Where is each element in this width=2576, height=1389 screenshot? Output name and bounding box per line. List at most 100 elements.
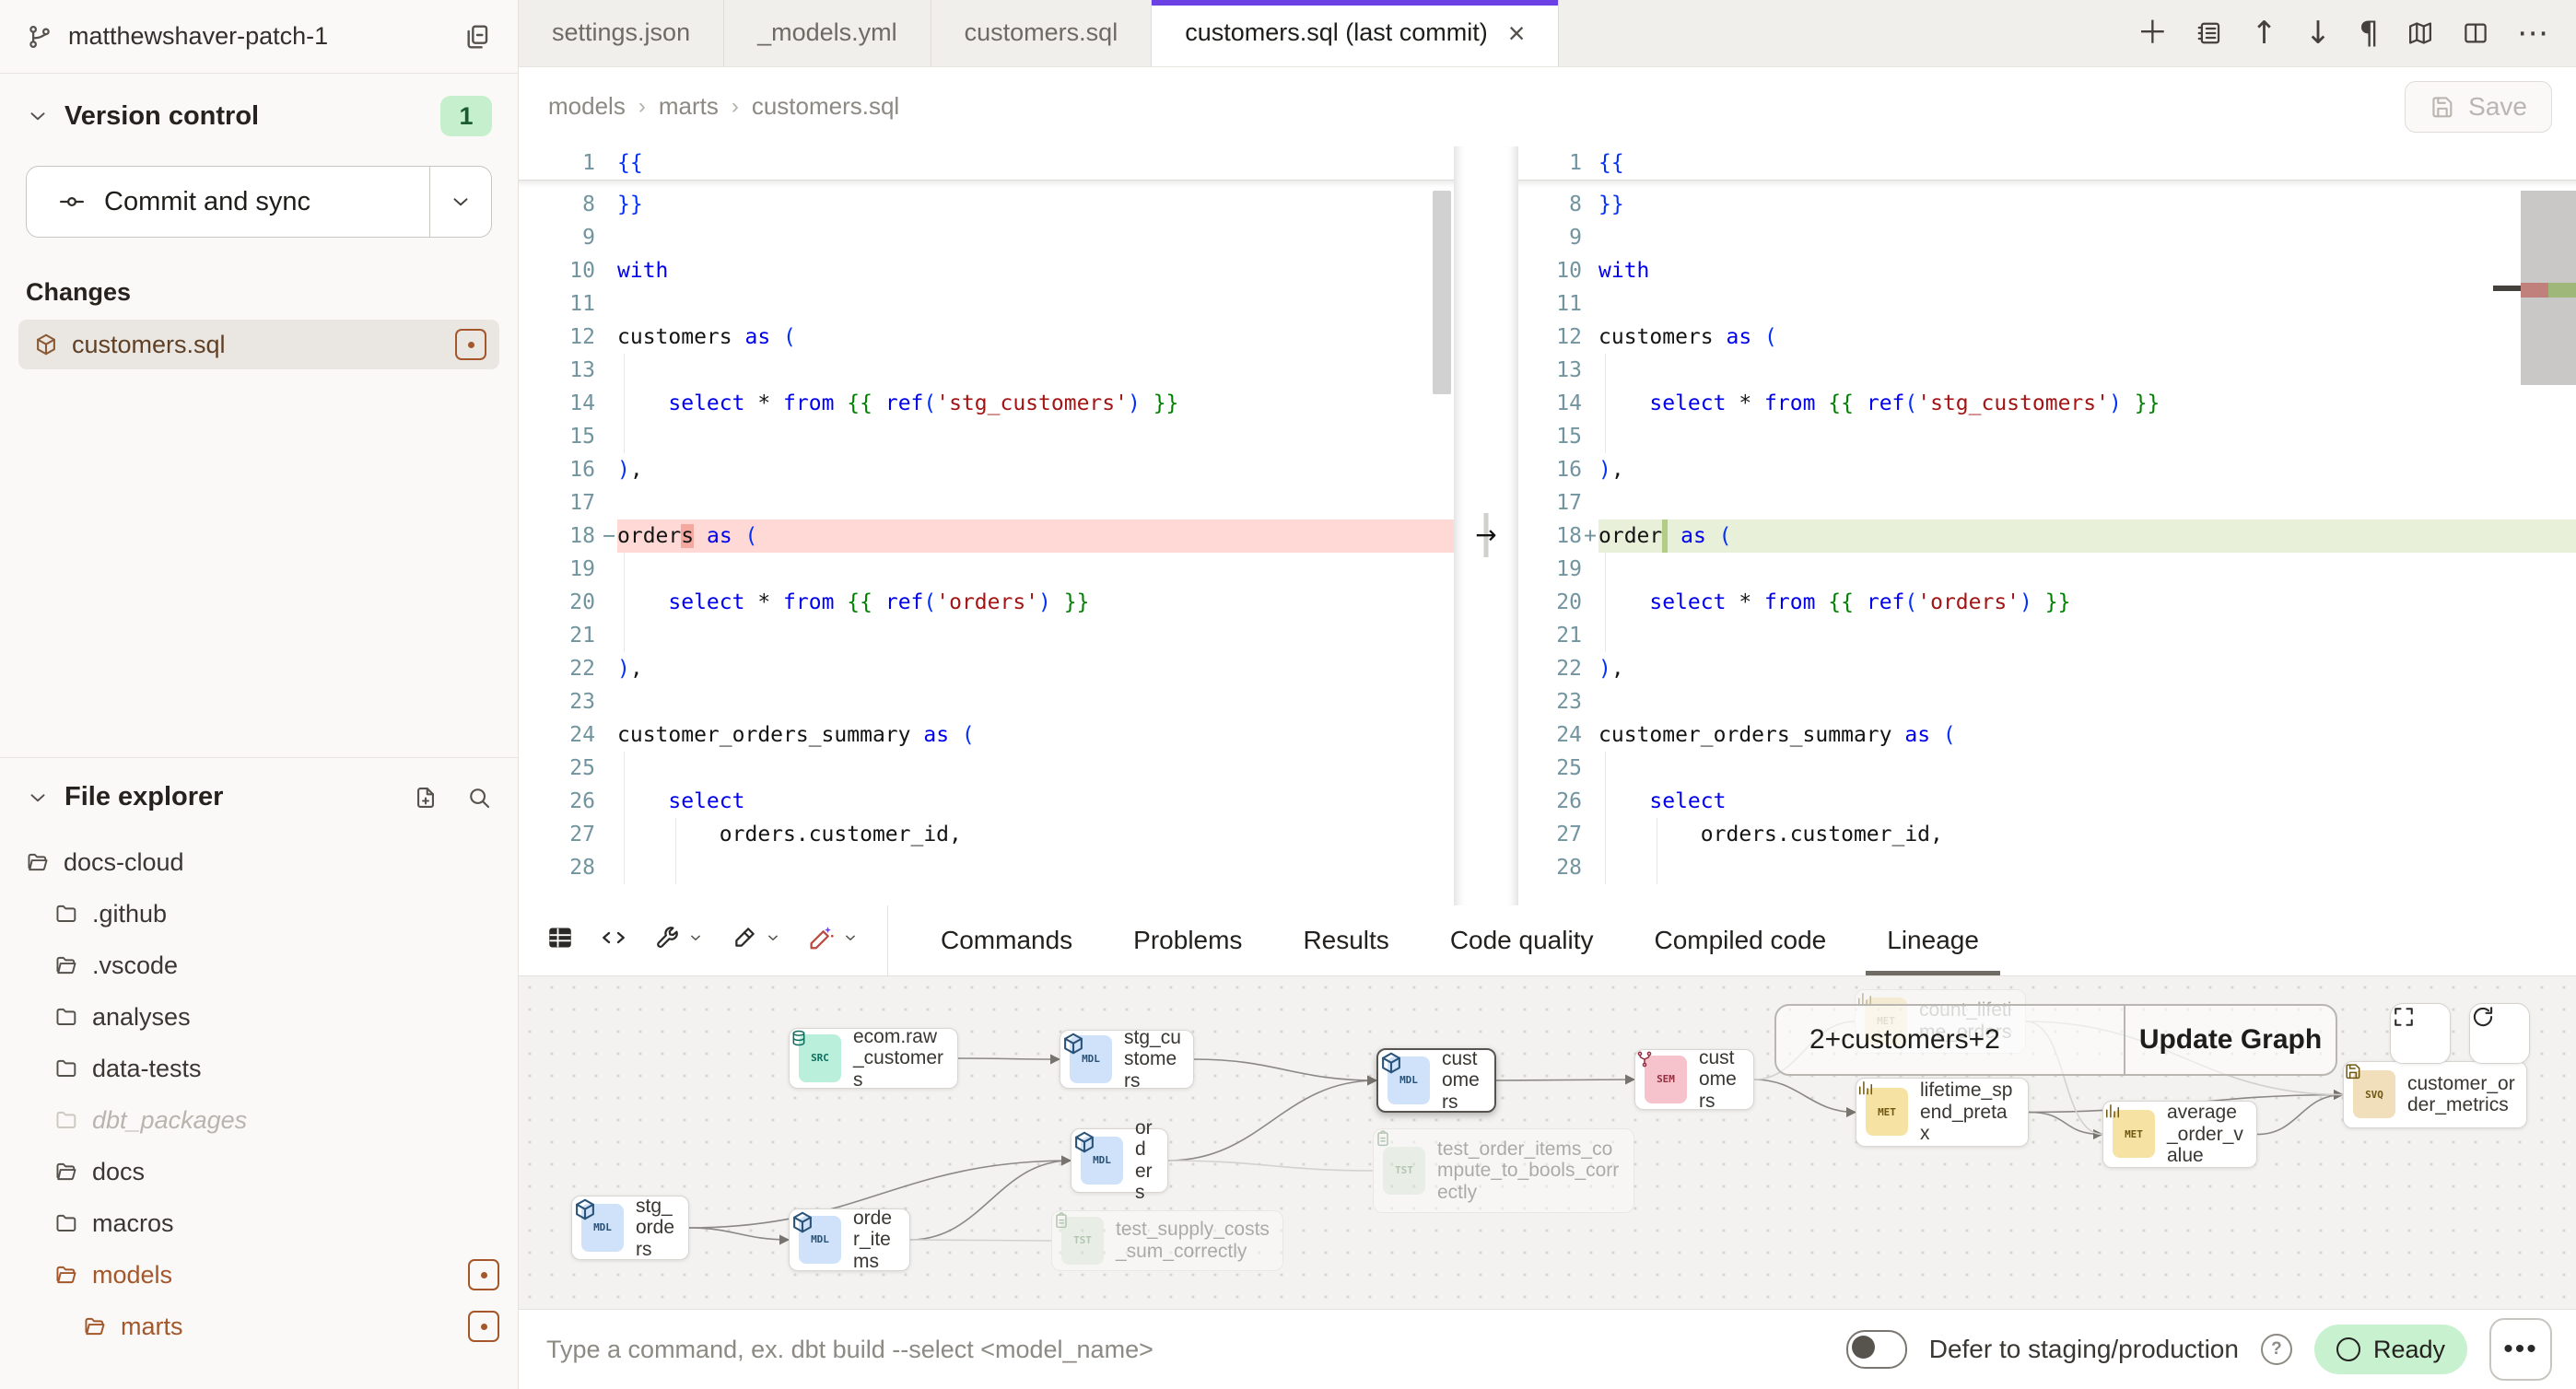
arrow-down-icon[interactable]: ↓	[2305, 18, 2332, 49]
lineage-node-customers-sem-customers[interactable]: SEMcustomers	[1634, 1049, 1754, 1110]
line-number: 17	[1518, 486, 1598, 519]
search-icon[interactable]	[466, 785, 492, 811]
lineage-node-orders-orders[interactable]: MDLorders	[1071, 1128, 1168, 1193]
command-input[interactable]	[544, 1335, 1824, 1365]
breadcrumb-part[interactable]: marts	[659, 92, 719, 121]
lineage-edge-order_items-test_supply	[910, 1240, 1051, 1241]
sidebar-item-macros[interactable]: macros	[0, 1197, 518, 1249]
panel-tab-results[interactable]: Results	[1272, 905, 1419, 975]
code-line: 21	[519, 619, 1454, 652]
lineage-node-avg-average-order-value[interactable]: METaverage_order_value	[2102, 1101, 2257, 1168]
lineage-node-test-supply-test-supply-costs-sum-correctly[interactable]: TSTtest_supply_costs_sum_correctly	[1051, 1210, 1283, 1271]
sidebar-item-vscode[interactable]: .vscode	[0, 940, 518, 991]
commit-and-sync-button[interactable]: Commit and sync	[26, 166, 492, 238]
bottom-panel-header: CommandsProblemsResultsCode qualityCompi…	[519, 905, 2576, 976]
sidebar-item-docs-cloud[interactable]: docs-cloud	[0, 836, 518, 888]
line-number: 12	[1518, 321, 1598, 354]
tab-settings-json[interactable]: settings.json	[519, 0, 724, 66]
line-number: 10	[519, 254, 617, 287]
format-icon[interactable]	[731, 924, 782, 956]
lineage-node-ecom-ecom-raw-customers[interactable]: SRCecom.raw_customers	[789, 1028, 958, 1089]
line-number: 15	[1518, 420, 1598, 453]
lineage-canvas[interactable]: SRCecom.raw_customersMDLstg_customersMDL…	[519, 976, 2576, 1309]
breadcrumb-part[interactable]: models	[548, 92, 626, 121]
chevron-down-icon[interactable]	[26, 104, 50, 128]
chevron-down-icon[interactable]	[764, 928, 782, 951]
code-line: 26 select	[519, 785, 1454, 818]
mdl-badge: MDL	[1070, 1035, 1112, 1083]
plus-icon[interactable]: ＋	[2137, 18, 2168, 49]
defer-toggle[interactable]	[1846, 1330, 1907, 1369]
commit-options-dropdown[interactable]	[430, 167, 491, 237]
new-file-icon[interactable]	[413, 785, 439, 811]
pilcrow-icon[interactable]: ¶	[2359, 18, 2379, 49]
arrow-up-icon[interactable]: ↑	[2251, 18, 2277, 49]
tab-customers-sql[interactable]: customers.sql	[931, 0, 1153, 66]
lineage-node-stg-orders-stg-orders[interactable]: MDLstg_orders	[571, 1196, 689, 1260]
line-number: 8	[1518, 188, 1598, 221]
diff-sign: −	[603, 519, 615, 553]
sidebar-item-analyses[interactable]: analyses	[0, 991, 518, 1043]
panel-tab-commands[interactable]: Commands	[910, 905, 1103, 975]
lineage-selector-input[interactable]: 2+customers+2	[1776, 1006, 2124, 1074]
chevron-down-icon[interactable]	[26, 786, 50, 810]
chevron-down-icon[interactable]	[841, 928, 860, 951]
chevron-down-icon[interactable]	[686, 928, 705, 951]
sidebar-item-marts[interactable]: marts	[0, 1301, 518, 1352]
refresh-graph-button[interactable]	[2469, 1003, 2530, 1064]
panel-tab-problems[interactable]: Problems	[1103, 905, 1272, 975]
revert-change-arrow-button[interactable]: →	[1466, 519, 1506, 552]
panel-tab-code-quality[interactable]: Code quality	[1420, 905, 1624, 975]
code-text	[617, 619, 1454, 652]
split-icon[interactable]	[2462, 19, 2489, 47]
diff-overview-ruler[interactable]	[2521, 146, 2576, 905]
sidebar-item-models[interactable]: models	[0, 1249, 518, 1301]
panel-tab-lineage[interactable]: Lineage	[1856, 905, 2009, 975]
code-line: 26 select	[1518, 785, 2576, 818]
node-label: customers	[1699, 1047, 1742, 1113]
update-graph-button[interactable]: Update Graph	[2124, 1006, 2336, 1074]
breadcrumb-part[interactable]: customers.sql	[752, 92, 899, 121]
diff-pane-original[interactable]: 1{{8}}910with1112customers as (1314 sele…	[519, 146, 1454, 905]
code-text: ),	[617, 453, 1454, 486]
diff-pane-modified[interactable]: 1{{8}}910with1112customers as (1314 sele…	[1518, 146, 2576, 905]
version-control-section: Version control 1 Commit and sync Change…	[0, 74, 518, 369]
sidebar-item-data-tests[interactable]: data-tests	[0, 1043, 518, 1094]
help-icon[interactable]: ?	[2261, 1334, 2292, 1365]
lineage-node-lifetime-lifetime-spend-pretax[interactable]: METlifetime_spend_pretax	[1856, 1078, 2029, 1147]
sidebar-item-docs[interactable]: docs	[0, 1146, 518, 1197]
mdl-badge: MDL	[581, 1204, 624, 1252]
save-button[interactable]: Save	[2405, 81, 2552, 133]
line-number: 20	[1518, 586, 1598, 619]
scrollbar-thumb[interactable]	[1433, 191, 1451, 394]
table-icon[interactable]	[546, 924, 574, 956]
outline-icon[interactable]	[2195, 19, 2223, 47]
more-options-button[interactable]: •••	[2489, 1318, 2552, 1381]
changed-file-customers-sql[interactable]: customers.sql	[18, 320, 499, 369]
tab-customers-sql-last-commit[interactable]: customers.sql (last commit)×	[1152, 0, 1559, 66]
tab-models-yml[interactable]: _models.yml	[724, 0, 931, 66]
lineage-node-customers-mdl-customers[interactable]: MDLcustomers	[1376, 1048, 1496, 1113]
panel-tab-compiled-code[interactable]: Compiled code	[1623, 905, 1856, 975]
code-icon[interactable]	[600, 924, 627, 956]
wrench-icon[interactable]	[653, 924, 705, 956]
status-label: Ready	[2373, 1336, 2445, 1364]
lineage-node-test-oi-test-order-items-compute-to-bools-correctly[interactable]: TSTtest_order_items_compute_to_bools_cor…	[1373, 1128, 1634, 1213]
node-label: test_order_items_compute_to_bools_correc…	[1437, 1138, 1622, 1204]
magic-icon[interactable]	[808, 924, 860, 956]
copy-files-icon[interactable]	[463, 22, 492, 52]
sidebar-item-dbt-packages[interactable]: dbt_packages	[0, 1094, 518, 1146]
lineage-node-stg-customers-stg-customers[interactable]: MDLstg_customers	[1060, 1030, 1194, 1089]
file-name: .vscode	[92, 951, 499, 980]
lineage-node-order-items-order-items[interactable]: MDLorder_items	[789, 1208, 910, 1271]
lineage-node-metrics-customer-order-metrics[interactable]: SVQcustomer_order_metrics	[2343, 1061, 2527, 1128]
sidebar-item-github[interactable]: .github	[0, 888, 518, 940]
diff-fold-handle[interactable]	[2493, 286, 2521, 291]
more-icon[interactable]: ⋯	[2517, 18, 2548, 49]
code-line: 19	[519, 553, 1454, 586]
close-icon[interactable]: ×	[1508, 18, 1526, 48]
map-icon[interactable]	[2406, 19, 2434, 47]
code-line: 13	[519, 354, 1454, 387]
toggle-knob	[1852, 1336, 1875, 1359]
fullscreen-button[interactable]	[2390, 1003, 2451, 1064]
